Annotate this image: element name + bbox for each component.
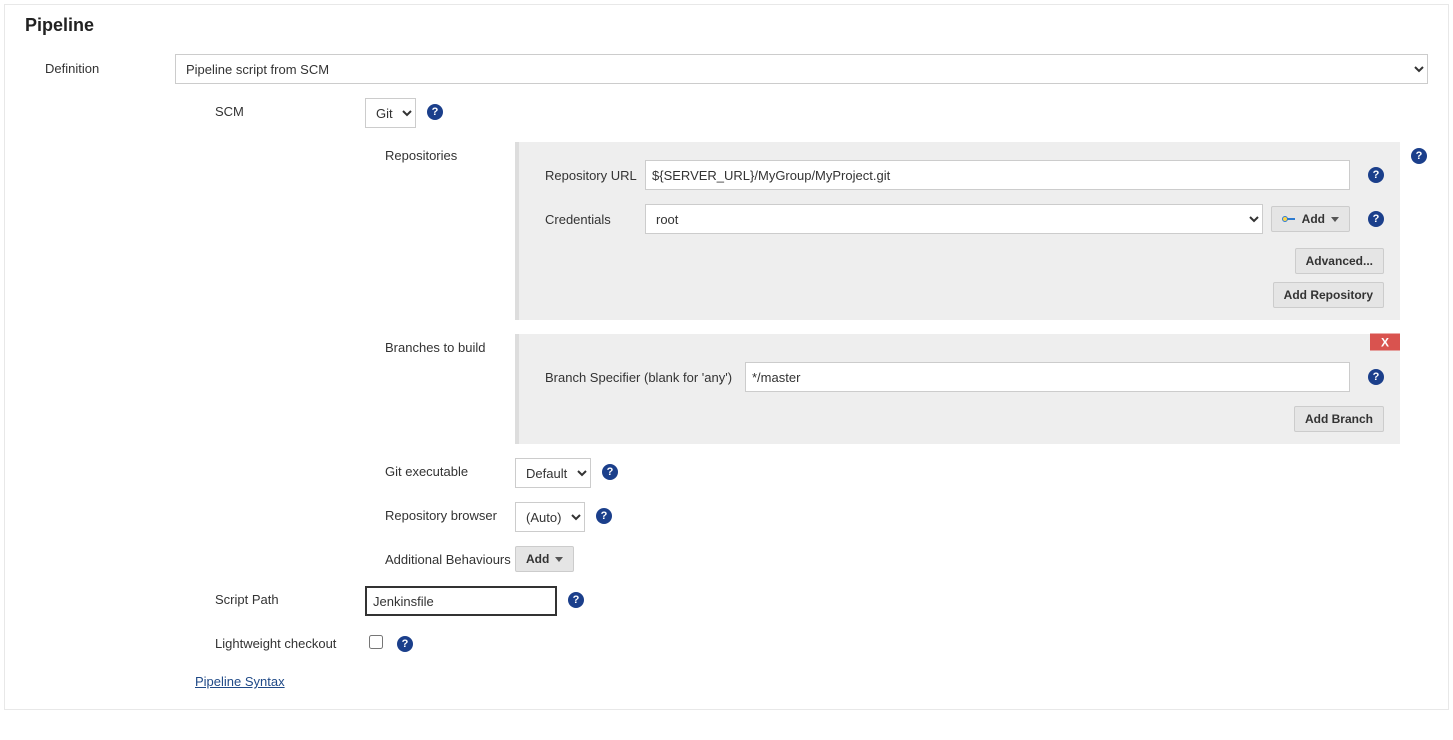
credentials-label: Credentials xyxy=(535,212,645,227)
repo-url-input[interactable] xyxy=(645,160,1350,190)
branches-label: Branches to build xyxy=(365,334,515,355)
pipeline-config-panel: Pipeline Definition Pipeline script from… xyxy=(4,4,1449,710)
additional-behaviours-row: Additional Behaviours Add xyxy=(365,546,1428,572)
repo-browser-select[interactable]: (Auto) xyxy=(515,502,585,532)
definition-label: Definition xyxy=(25,54,175,76)
scm-row: SCM Git ? xyxy=(195,98,1428,128)
section-title: Pipeline xyxy=(25,15,1428,36)
help-icon[interactable]: ? xyxy=(602,464,618,480)
branch-specifier-label: Branch Specifier (blank for 'any') xyxy=(535,370,745,385)
repository-block: Repository URL ? Credentials root xyxy=(515,142,1400,320)
repositories-label: Repositories xyxy=(365,142,515,163)
lightweight-label: Lightweight checkout xyxy=(195,630,365,651)
lightweight-checkbox[interactable] xyxy=(369,635,383,649)
repositories-row: Repositories Repository URL ? Credential… xyxy=(365,142,1428,320)
git-exec-select[interactable]: Default xyxy=(515,458,591,488)
help-icon[interactable]: ? xyxy=(568,592,584,608)
scm-label: SCM xyxy=(195,98,365,119)
help-icon[interactable]: ? xyxy=(1411,148,1427,164)
script-path-row: Script Path ? xyxy=(195,586,1428,616)
chevron-down-icon xyxy=(1331,217,1339,222)
add-credentials-button[interactable]: Add xyxy=(1271,206,1350,232)
help-icon[interactable]: ? xyxy=(1368,369,1384,385)
definition-select[interactable]: Pipeline script from SCM xyxy=(175,54,1428,84)
add-behaviour-button[interactable]: Add xyxy=(515,546,574,572)
help-icon[interactable]: ? xyxy=(397,636,413,652)
credentials-select[interactable]: root xyxy=(645,204,1263,234)
delete-branch-button[interactable]: X xyxy=(1370,334,1400,351)
help-icon[interactable]: ? xyxy=(1368,167,1384,183)
git-exec-label: Git executable xyxy=(365,458,515,479)
repo-browser-label: Repository browser xyxy=(365,502,515,523)
help-icon[interactable]: ? xyxy=(427,104,443,120)
repo-browser-row: Repository browser (Auto) ? xyxy=(365,502,1428,532)
branch-block: X Branch Specifier (blank for 'any') ? A… xyxy=(515,334,1400,444)
repo-url-label: Repository URL xyxy=(535,168,645,183)
advanced-button[interactable]: Advanced... xyxy=(1295,248,1384,274)
branches-row: Branches to build X Branch Specifier (bl… xyxy=(365,334,1428,444)
script-path-label: Script Path xyxy=(195,586,365,607)
help-icon[interactable]: ? xyxy=(1368,211,1384,227)
help-icon[interactable]: ? xyxy=(596,508,612,524)
additional-behaviours-label: Additional Behaviours xyxy=(365,546,515,567)
add-branch-button[interactable]: Add Branch xyxy=(1294,406,1384,432)
branch-specifier-input[interactable] xyxy=(745,362,1350,392)
key-icon xyxy=(1282,215,1296,223)
git-exec-row: Git executable Default ? xyxy=(365,458,1428,488)
lightweight-row: Lightweight checkout ? xyxy=(195,630,1428,652)
add-repository-button[interactable]: Add Repository xyxy=(1273,282,1384,308)
chevron-down-icon xyxy=(555,557,563,562)
pipeline-syntax-link[interactable]: Pipeline Syntax xyxy=(195,674,285,689)
scm-select[interactable]: Git xyxy=(365,98,416,128)
script-path-input[interactable] xyxy=(365,586,557,616)
definition-row: Definition Pipeline script from SCM xyxy=(25,54,1428,84)
